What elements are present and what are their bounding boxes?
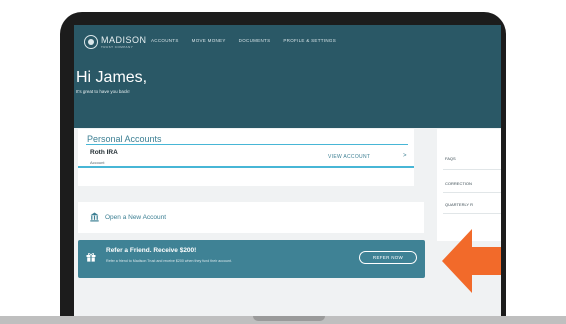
nav-item-move-money[interactable]: MOVE MONEY [192, 38, 226, 43]
card-title: Personal Accounts [87, 134, 162, 144]
main-nav: ACCOUNTS MOVE MONEY DOCUMENTS PROFILE & … [151, 38, 336, 43]
view-account-link[interactable]: VIEW ACCOUNT [328, 154, 370, 160]
open-account-link[interactable]: Open a New Account [105, 214, 166, 221]
card-bottom-border [78, 166, 414, 168]
chevron-right-icon[interactable]: > [403, 153, 407, 159]
app-header: MADISON TRUST COMPANY ACCOUNTS MOVE MONE… [74, 25, 501, 128]
refer-title: Refer a Friend. Receive $200! [106, 247, 197, 254]
side-link-quarterly[interactable]: QUARTERLY R [445, 202, 473, 207]
side-panel: FAQS CORRECTION QUARTERLY R [437, 129, 501, 241]
refer-subtitle: Refer a friend to Madison Trust and rece… [106, 259, 232, 263]
refer-now-button[interactable]: REFER NOW [359, 251, 417, 264]
nav-item-documents[interactable]: DOCUMENTS [239, 38, 271, 43]
laptop-screen: MADISON TRUST COMPANY ACCOUNTS MOVE MONE… [74, 25, 501, 318]
side-link-corrections[interactable]: CORRECTION [445, 181, 472, 186]
logo-text: MADISON TRUST COMPANY [101, 34, 147, 49]
logo[interactable]: MADISON TRUST COMPANY [84, 35, 147, 49]
personal-accounts-card: Personal Accounts Roth IRA Account VIEW … [78, 129, 414, 186]
account-type: Account [90, 160, 105, 165]
account-name: Roth IRA [90, 149, 118, 156]
left-arrow-icon [442, 229, 501, 293]
nav-item-accounts[interactable]: ACCOUNTS [151, 38, 179, 43]
page-title: Hi James, [76, 69, 148, 86]
divider [443, 213, 501, 214]
side-link-faqs[interactable]: FAQS [445, 156, 456, 161]
logo-sub: TRUST COMPANY [101, 44, 134, 49]
open-account-card[interactable]: Open a New Account [78, 202, 424, 233]
divider [443, 192, 501, 193]
bank-icon [90, 212, 99, 222]
page-subtitle: It's great to have you back! [76, 89, 130, 94]
madison-logo-icon [84, 35, 98, 49]
nav-item-profile-settings[interactable]: PROFILE & SETTINGS [283, 38, 336, 43]
divider [443, 169, 501, 170]
laptop-notch [253, 316, 325, 321]
gift-icon [86, 253, 96, 262]
refer-banner: Refer a Friend. Receive $200! Refer a fr… [78, 240, 425, 278]
logo-name: MADISON [101, 34, 147, 45]
divider [86, 144, 408, 145]
